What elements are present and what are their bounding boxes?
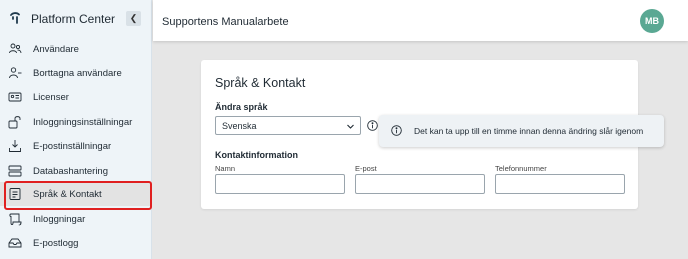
- sidebar-item-databashantering[interactable]: Databashantering: [0, 159, 152, 183]
- sidebar-item-label: Borttagna användare: [33, 67, 122, 79]
- phone-field[interactable]: [495, 174, 625, 194]
- contact-info-label: Kontaktinformation: [215, 150, 298, 160]
- lock-open-icon: [8, 116, 21, 129]
- sidebar-item-label: Användare: [33, 43, 79, 55]
- sidebar-item-label: Inloggningar: [33, 213, 86, 225]
- chevron-left-icon: ❮: [129, 13, 138, 23]
- name-field[interactable]: [215, 174, 345, 194]
- avatar[interactable]: MB: [640, 9, 664, 33]
- info-icon[interactable]: [367, 120, 378, 131]
- phone-field-label: Telefonnummer: [495, 164, 547, 173]
- id-card-icon: [8, 92, 22, 102]
- card-title: Språk & Kontakt: [215, 76, 306, 90]
- email-field-label: E-post: [355, 164, 377, 173]
- sidebar-item-label: Inloggningsinställningar: [33, 116, 133, 128]
- users-icon: [9, 43, 22, 54]
- brand: Platform Center ❮: [0, 0, 152, 38]
- sidebar-item-e-postinstallningar[interactable]: E-postinställningar: [0, 134, 152, 158]
- brand-name: Platform Center: [31, 12, 116, 26]
- sidebar-item-licenser[interactable]: Licenser: [0, 85, 152, 109]
- language-change-tooltip: Det kan ta upp till en timme innan denna…: [379, 115, 664, 147]
- sidebar-item-label: E-postinställningar: [33, 140, 112, 152]
- user-minus-icon: [9, 67, 22, 79]
- sidebar: Platform Center ❮ Användare Borttagna an…: [0, 0, 152, 259]
- sidebar-item-label: E-postlogg: [33, 237, 79, 249]
- sidebar-item-anvandare[interactable]: Användare: [0, 37, 152, 61]
- scroll-icon: [9, 213, 22, 226]
- info-icon: [391, 125, 402, 136]
- language-select[interactable]: Svenska: [215, 116, 361, 135]
- language-select-value: Svenska: [222, 121, 257, 131]
- sidebar-item-borttagna-anvandare[interactable]: Borttagna användare: [0, 61, 152, 85]
- page-title: Supportens Manualarbete: [162, 16, 289, 28]
- download-tray-icon: [9, 140, 21, 152]
- sidebar-item-label: Databashantering: [33, 165, 108, 177]
- sidebar-item-label: Licenser: [33, 91, 69, 103]
- collapse-sidebar-button[interactable]: ❮: [126, 11, 141, 26]
- name-field-label: Namn: [215, 164, 236, 173]
- chevron-down-icon: [347, 124, 354, 129]
- avatar-initials: MB: [645, 16, 659, 26]
- tooltip-text: Det kan ta upp till en timme innan denna…: [414, 126, 644, 136]
- mail-log-icon: [8, 238, 22, 248]
- logo-icon: [10, 12, 20, 24]
- language-label: Ändra språk: [215, 102, 268, 112]
- top-header: Supportens Manualarbete MB: [153, 0, 688, 41]
- sidebar-item-e-postlogg[interactable]: E-postlogg: [0, 231, 152, 255]
- sidebar-item-inloggningar[interactable]: Inloggningar: [0, 207, 152, 231]
- sidebar-item-inloggningsinstallningar[interactable]: Inloggningsinställningar: [0, 110, 152, 134]
- highlight-annotation: [4, 181, 152, 210]
- email-field[interactable]: [355, 174, 485, 194]
- database-icon: [8, 165, 22, 177]
